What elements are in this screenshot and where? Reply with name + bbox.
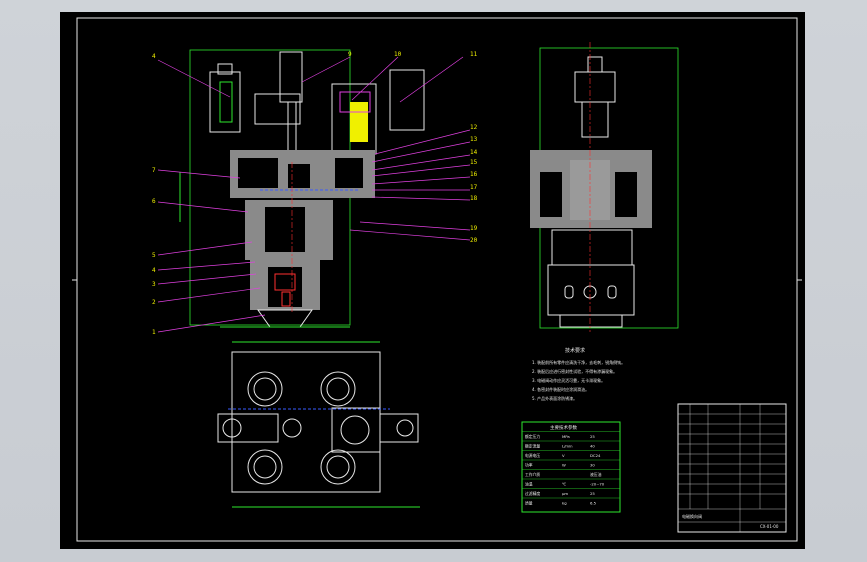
param-cell: 30 bbox=[590, 463, 595, 468]
param-cell: 25 bbox=[590, 491, 595, 496]
param-cell: 液压油 bbox=[590, 472, 602, 477]
inner-border bbox=[76, 17, 798, 542]
callout-4b: 4 bbox=[152, 267, 156, 274]
param-cell: 工作介质 bbox=[525, 472, 540, 477]
param-cell: 额定流量 bbox=[525, 444, 540, 449]
callout-19: 19 bbox=[470, 225, 478, 232]
param-cell: 25 bbox=[590, 434, 595, 439]
plan-view bbox=[217, 341, 420, 508]
title-block: 电磁换向阀 CX-01-00 bbox=[677, 403, 787, 533]
param-cell: 40 bbox=[590, 444, 595, 449]
callout-2: 2 bbox=[152, 299, 156, 306]
callout-9: 9 bbox=[348, 51, 352, 58]
callout-12: 12 bbox=[470, 124, 478, 131]
param-cell: -20~70 bbox=[590, 482, 605, 487]
param-cell: 电源电压 bbox=[525, 453, 540, 458]
tech-note-5: 5. 产品外表面涂防锈漆。 bbox=[532, 395, 577, 401]
tech-note-4: 4. 各密封件装配时应涂润滑油。 bbox=[532, 386, 589, 392]
tech-notes-title: 技术要求 bbox=[565, 347, 585, 354]
side-view bbox=[530, 42, 679, 332]
callout-16: 16 bbox=[470, 171, 478, 178]
tech-note-2: 2. 装配后应进行密封性试验，不得有渗漏现象。 bbox=[532, 368, 617, 374]
callout-11: 11 bbox=[470, 51, 478, 58]
param-cell: 6.5 bbox=[590, 501, 597, 506]
param-cell: 质量 bbox=[525, 501, 533, 506]
param-cell: L/min bbox=[562, 444, 573, 449]
callout-4a: 4 bbox=[152, 53, 156, 60]
callout-20: 20 bbox=[470, 237, 478, 244]
param-cell: V bbox=[562, 453, 565, 458]
param-cell: W bbox=[562, 463, 566, 468]
param-cell: 功率 bbox=[525, 463, 533, 468]
param-cell: MPa bbox=[562, 434, 570, 439]
callout-5: 5 bbox=[152, 252, 156, 259]
drawing-canvas: 4 7 6 5 4 3 2 1 9 10 11 12 13 14 15 16 1… bbox=[72, 17, 802, 542]
callout-7: 7 bbox=[152, 167, 156, 174]
callout-3: 3 bbox=[152, 281, 156, 288]
param-table: 主要技术参数 额定压力 MPa 25 额定流量 L/min 40 电源电压 V DC24 功率 W 3… bbox=[521, 421, 621, 513]
cad-viewport[interactable]: 4 7 6 5 4 3 2 1 9 10 11 12 13 14 15 16 1… bbox=[0, 0, 867, 562]
param-cell: μm bbox=[562, 491, 568, 496]
callout-15: 15 bbox=[470, 159, 478, 166]
tech-notes: 技术要求 1. 装配前所有零件应清洗干净，去毛刺，锐角倒钝。 2. 装配后应进行… bbox=[532, 347, 625, 401]
callout-17: 17 bbox=[470, 184, 478, 191]
section-view-main bbox=[179, 49, 425, 328]
param-cell: 油温 bbox=[525, 482, 533, 487]
callout-6: 6 bbox=[152, 198, 156, 205]
callout-14: 14 bbox=[470, 149, 478, 156]
param-cell: DC24 bbox=[590, 453, 601, 458]
tech-note-3: 3. 电磁阀动作应灵活可靠，无卡滞现象。 bbox=[532, 377, 605, 383]
callout-18: 18 bbox=[470, 195, 478, 202]
param-cell: kg bbox=[562, 501, 567, 506]
drawing-sheet[interactable]: 4 7 6 5 4 3 2 1 9 10 11 12 13 14 15 16 1… bbox=[60, 12, 805, 549]
tech-note-1: 1. 装配前所有零件应清洗干净，去毛刺，锐角倒钝。 bbox=[532, 359, 625, 365]
param-table-title: 主要技术参数 bbox=[550, 424, 577, 431]
callout-10: 10 bbox=[394, 51, 402, 58]
param-cell: 过滤精度 bbox=[525, 491, 540, 496]
callout-13: 13 bbox=[470, 136, 478, 143]
param-cell: 额定压力 bbox=[525, 434, 540, 439]
title-block-name: 电磁换向阀 bbox=[682, 513, 702, 519]
callout-1: 1 bbox=[152, 329, 156, 336]
param-cell: ℃ bbox=[562, 482, 566, 487]
title-block-drawing-no: CX-01-00 bbox=[760, 524, 779, 529]
